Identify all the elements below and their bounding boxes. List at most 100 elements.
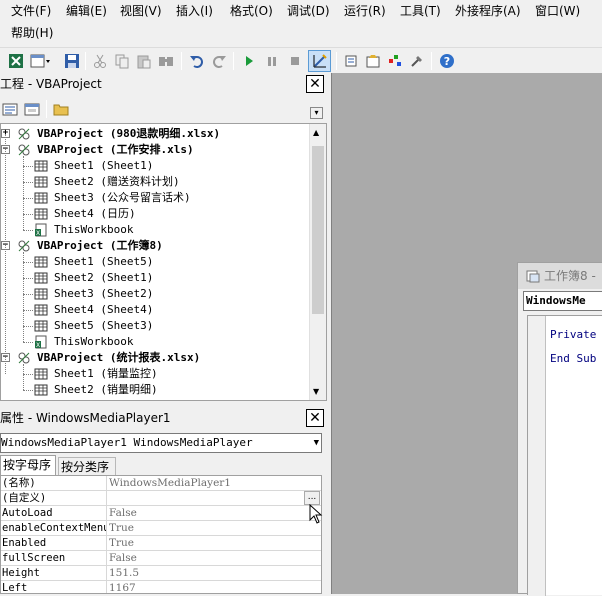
view-excel-icon[interactable] <box>6 51 26 71</box>
code-editor[interactable]: Private End Sub <box>527 315 602 596</box>
run-icon[interactable] <box>239 51 259 71</box>
menu-window[interactable]: 窗口(W) <box>534 0 581 22</box>
code-window-title-text: 工作簿8 - <box>544 269 596 283</box>
property-value[interactable]: False <box>109 551 321 566</box>
tree-item[interactable]: Sheet5 (Sheet3) <box>1 318 306 334</box>
tree-item-label: Sheet5 (Sheet3) <box>54 319 154 332</box>
property-value[interactable] <box>109 491 321 506</box>
property-value[interactable]: 151.5 <box>109 566 321 581</box>
vba-project-icon <box>18 128 30 140</box>
tree-item[interactable]: Sheet1 (Sheet5) <box>1 254 306 270</box>
project-panel-close-button[interactable]: ✕ <box>306 75 324 93</box>
menu-tools[interactable]: 工具(T) <box>399 0 442 22</box>
properties-object-combo[interactable]: WindowsMediaPlayer1 WindowsMediaPlayer ▼ <box>0 433 322 453</box>
tree-item[interactable]: Sheet4 (Sheet4) <box>1 302 306 318</box>
tree-project-node[interactable]: + VBAProject (980退款明细.xlsx) <box>1 126 306 142</box>
reset-icon[interactable] <box>285 51 305 71</box>
menu-help[interactable]: 帮助(H) <box>10 22 54 44</box>
tree-project-node[interactable]: − VBAProject (工作簿8) <box>1 238 306 254</box>
scrollbar-thumb[interactable] <box>312 146 324 314</box>
property-name: fullScreen <box>1 551 107 566</box>
tree-item[interactable]: Sheet3 (公众号留言话术) <box>1 190 306 206</box>
tree-connector <box>23 342 33 343</box>
menu-format[interactable]: 格式(O) <box>229 0 274 22</box>
properties-grid: (名称) WindowsMediaPlayer1 (自定义)... AutoLoad F… <box>0 475 322 594</box>
property-row[interactable]: Height 151.5 <box>1 566 321 581</box>
property-row[interactable]: enableContextMenu True <box>1 521 321 536</box>
object-browser-icon[interactable] <box>385 51 405 71</box>
vba-project-icon <box>18 352 30 364</box>
project-panel-title: 工程 - VBAProject ✕ <box>0 73 327 95</box>
tree-item-label: Sheet2 (Sheet1) <box>54 271 154 284</box>
worksheet-icon <box>34 304 48 316</box>
property-row[interactable]: (名称) WindowsMediaPlayer1 <box>1 476 321 491</box>
tree-item[interactable]: Sheet4 (日历) <box>1 206 306 222</box>
tree-project-node[interactable]: − VBAProject (统计报表.xlsx) <box>1 350 306 366</box>
project-toolbar-dropdown-icon[interactable]: ▾ <box>310 107 323 119</box>
properties-panel-close-button[interactable]: ✕ <box>306 409 324 427</box>
tree-project-node[interactable]: − VBAProject (工作安排.xls) <box>1 142 306 158</box>
view-code-icon[interactable] <box>0 99 20 119</box>
property-row[interactable]: Left 1167 <box>1 581 321 593</box>
tree-item-label: VBAProject (工作安排.xls) <box>37 143 194 156</box>
tree-item[interactable]: Sheet1 (销量监控) <box>1 366 306 382</box>
menu-edit[interactable]: 编辑(E) <box>65 0 108 22</box>
menu-addins[interactable]: 外接程序(A) <box>454 0 522 22</box>
tree-item[interactable]: Sheet3 (Sheet2) <box>1 286 306 302</box>
property-row[interactable]: Enabled True <box>1 536 321 551</box>
chevron-up-icon[interactable]: ▲ <box>313 128 319 137</box>
project-explorer-icon[interactable] <box>341 51 361 71</box>
tree-item[interactable]: Sheet1 (Sheet1) <box>1 158 306 174</box>
property-value[interactable]: False <box>109 506 321 521</box>
tree-scrollbar[interactable]: ▲ ▼ <box>309 124 326 400</box>
toggle-folders-icon[interactable] <box>51 99 71 119</box>
tree-connector <box>23 198 33 199</box>
workbook-icon: X <box>35 335 47 349</box>
properties-window-icon[interactable] <box>363 51 383 71</box>
tree-item[interactable]: X ThisWorkbook <box>1 334 306 350</box>
worksheet-icon <box>34 176 48 188</box>
menu-insert[interactable]: 插入(I) <box>175 0 214 22</box>
tree-item-label: Sheet2 (销量明细) <box>54 383 158 396</box>
property-value[interactable]: WindowsMediaPlayer1 <box>109 476 321 491</box>
tab-alphabetic[interactable]: 按字母序 <box>0 455 56 476</box>
property-name: enableContextMenu <box>2 521 107 536</box>
tree-item-label: Sheet1 (Sheet5) <box>54 255 154 268</box>
menu-view[interactable]: 视图(V) <box>119 0 163 22</box>
redo-icon[interactable] <box>209 51 229 71</box>
property-value[interactable]: 1167 <box>109 581 321 593</box>
paste-icon[interactable] <box>134 51 154 71</box>
undo-icon[interactable] <box>187 51 207 71</box>
view-object-icon[interactable] <box>22 99 42 119</box>
break-icon[interactable] <box>262 51 282 71</box>
property-builder-button[interactable]: ... <box>304 491 320 505</box>
tree-item[interactable]: X ThisWorkbook <box>1 222 306 238</box>
chevron-down-icon[interactable]: ▼ <box>313 387 319 396</box>
menu-debug[interactable]: 调试(D) <box>286 0 331 22</box>
tree-item[interactable]: Sheet2 (赠送资料计划) <box>1 174 306 190</box>
property-value[interactable]: True <box>109 521 321 536</box>
property-value[interactable]: True <box>109 536 321 551</box>
insert-userform-icon[interactable] <box>28 51 54 71</box>
toolbox-icon[interactable] <box>407 51 427 71</box>
code-margin <box>528 316 546 596</box>
code-window[interactable]: 工作簿8 - WindowsMe Private End Sub <box>517 262 602 596</box>
property-row[interactable]: (自定义)... <box>1 491 321 506</box>
tab-categorized[interactable]: 按分类序 <box>58 457 116 475</box>
vba-project-icon <box>18 240 30 252</box>
toolbar-separator <box>85 52 86 70</box>
tree-item[interactable]: Sheet2 (Sheet1) <box>1 270 306 286</box>
toolbar-separator <box>46 100 47 118</box>
cut-icon[interactable] <box>90 51 110 71</box>
save-icon[interactable] <box>62 51 82 71</box>
menu-run[interactable]: 运行(R) <box>343 0 387 22</box>
copy-icon[interactable] <box>112 51 132 71</box>
find-icon[interactable] <box>156 51 176 71</box>
property-row[interactable]: AutoLoad False <box>1 506 321 521</box>
tree-item[interactable]: Sheet2 (销量明细) <box>1 382 306 398</box>
code-object-combo[interactable]: WindowsMe <box>523 291 602 311</box>
property-row[interactable]: fullScreen False <box>1 551 321 566</box>
help-icon[interactable]: ? <box>437 51 457 71</box>
design-mode-icon[interactable] <box>308 50 331 72</box>
menu-file[interactable]: 文件(F) <box>10 0 52 22</box>
